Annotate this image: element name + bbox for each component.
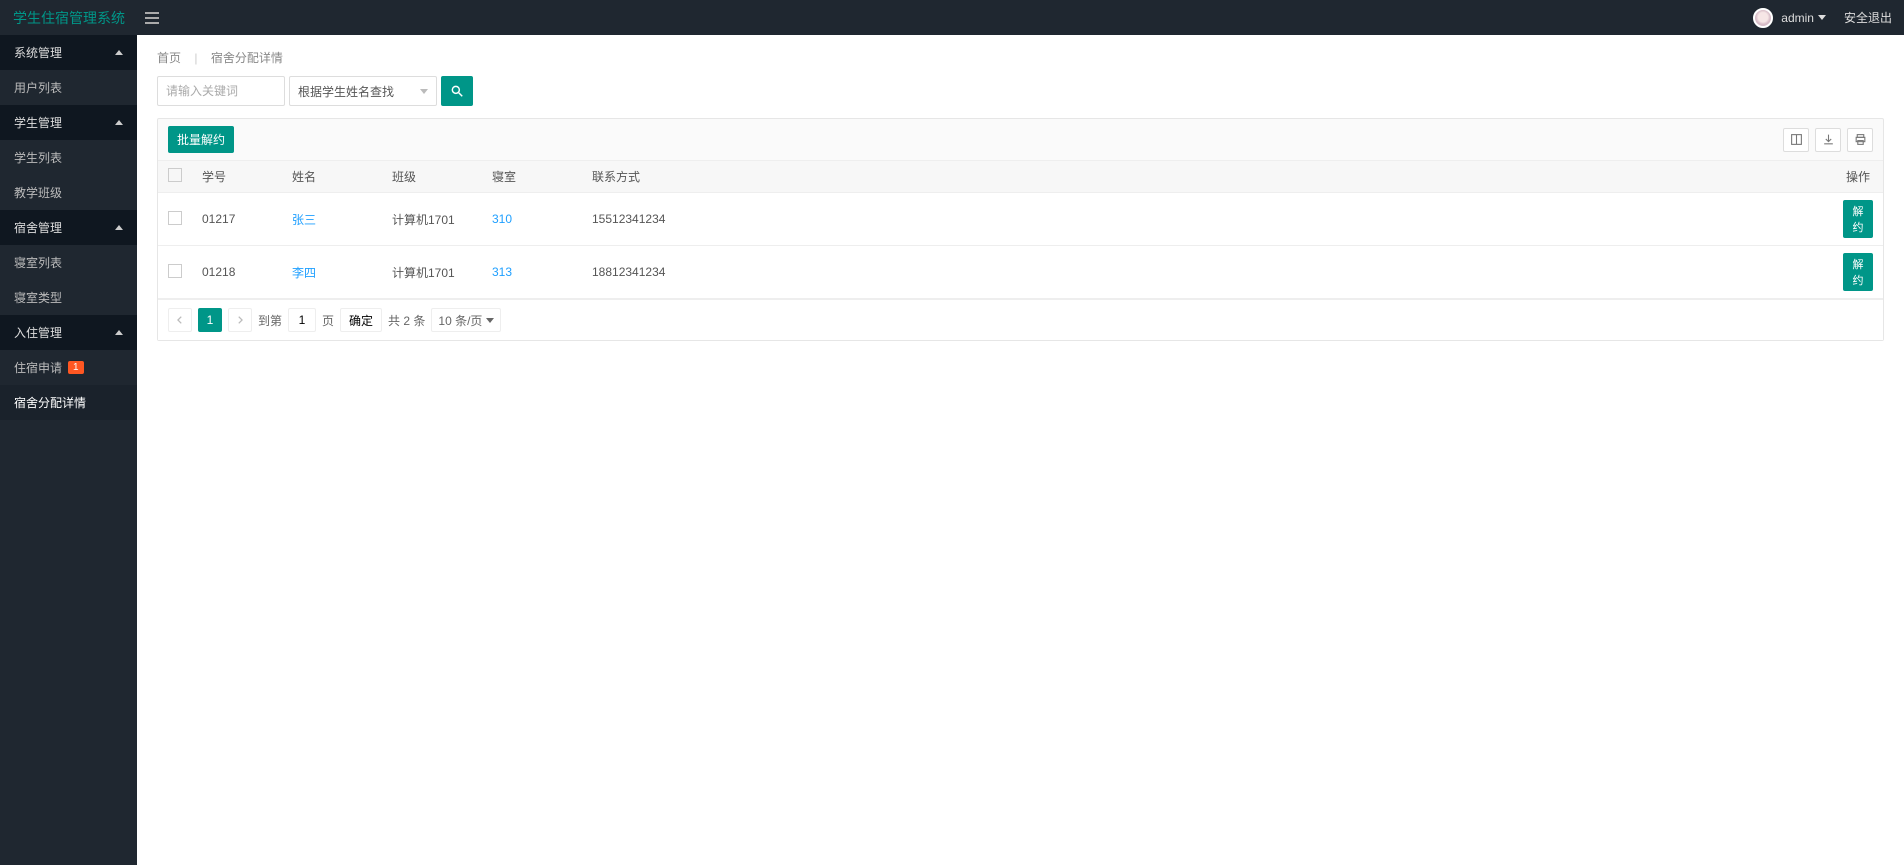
cell-sid: 01218	[192, 246, 282, 299]
cell-class: 计算机1701	[382, 193, 482, 246]
room-link[interactable]: 310	[492, 212, 512, 226]
menu-item-label: 学生列表	[14, 149, 62, 166]
hamburger-icon	[145, 12, 159, 24]
total-label: 共 2 条	[388, 312, 425, 329]
search-type-select[interactable]: 根据学生姓名查找	[289, 76, 437, 106]
logout-button[interactable]: 安全退出	[1844, 9, 1892, 26]
page-size-label: 10 条/页	[438, 312, 482, 329]
allocation-table: 学号 姓名 班级 寝室 联系方式 操作 01217张三计算机1701310155…	[158, 160, 1883, 299]
menu-item-1-0[interactable]: 学生列表	[0, 140, 137, 175]
data-panel: 批量解约 学号	[157, 118, 1884, 341]
chevron-up-icon	[115, 50, 123, 55]
table-body: 01217张三计算机170131015512341234解约01218李四计算机…	[158, 193, 1883, 299]
cell-phone: 18812341234	[582, 246, 1833, 299]
search-row: 根据学生姓名查找	[137, 76, 1904, 118]
chevron-down-icon	[420, 89, 428, 94]
batch-cancel-button[interactable]: 批量解约	[168, 126, 234, 153]
menu-item-label: 宿舍分配详情	[14, 394, 86, 411]
search-icon	[450, 84, 464, 98]
menu-group-label: 学生管理	[14, 114, 62, 131]
print-icon	[1854, 133, 1867, 146]
goto-prefix-label: 到第	[258, 312, 282, 329]
col-header-class: 班级	[382, 161, 482, 193]
pagination: 1 到第 页 确定 共 2 条 10 条/页	[158, 299, 1883, 340]
menu-item-3-1[interactable]: 宿舍分配详情	[0, 385, 137, 420]
goto-confirm-button[interactable]: 确定	[340, 308, 382, 332]
columns-icon	[1790, 133, 1803, 146]
menu-item-3-0[interactable]: 住宿申请 1	[0, 350, 137, 385]
chevron-up-icon	[115, 225, 123, 230]
student-name-link[interactable]: 李四	[292, 266, 316, 280]
menu-group-2[interactable]: 宿舍管理	[0, 210, 137, 245]
top-bar: 学生住宿管理系统 admin 安全退出	[0, 0, 1904, 35]
page-size-select[interactable]: 10 条/页	[431, 308, 501, 332]
menu-item-2-1[interactable]: 寝室类型	[0, 280, 137, 315]
menu-item-label: 寝室列表	[14, 254, 62, 271]
menu-item-badge: 1	[68, 361, 84, 374]
sidebar: 系统管理用户列表学生管理学生列表教学班级宿舍管理寝室列表寝室类型入住管理住宿申请…	[0, 35, 137, 865]
cancel-contract-button[interactable]: 解约	[1843, 200, 1873, 238]
menu-group-1[interactable]: 学生管理	[0, 105, 137, 140]
col-header-name: 姓名	[282, 161, 382, 193]
search-input[interactable]	[157, 76, 285, 106]
breadcrumb-current: 宿舍分配详情	[211, 51, 283, 65]
cancel-contract-button[interactable]: 解约	[1843, 253, 1873, 291]
chevron-up-icon	[115, 120, 123, 125]
menu-item-label: 用户列表	[14, 79, 62, 96]
menu-item-label: 教学班级	[14, 184, 62, 201]
menu-group-0[interactable]: 系统管理	[0, 35, 137, 70]
row-checkbox[interactable]	[168, 264, 182, 278]
export-button[interactable]	[1815, 128, 1841, 152]
col-header-room: 寝室	[482, 161, 582, 193]
download-icon	[1822, 133, 1835, 146]
goto-suffix-label: 页	[322, 312, 334, 329]
breadcrumb: 首页 | 宿舍分配详情	[137, 35, 1904, 76]
chevron-up-icon	[115, 330, 123, 335]
col-header-phone: 联系方式	[582, 161, 1833, 193]
table-row: 01217 张三 计算机1701 310 15512341234 解约	[158, 193, 1883, 246]
table-head: 学号 姓名 班级 寝室 联系方式 操作	[158, 161, 1883, 193]
table-row: 01218 李四 计算机1701 313 18812341234 解约	[158, 246, 1883, 299]
username-label: admin	[1781, 11, 1814, 25]
breadcrumb-separator: |	[194, 51, 197, 65]
goto-page-input[interactable]	[288, 308, 316, 332]
table-tools	[1783, 128, 1873, 152]
menu-item-1-1[interactable]: 教学班级	[0, 175, 137, 210]
prev-page-button[interactable]	[168, 308, 192, 332]
menu-group-label: 入住管理	[14, 324, 62, 341]
page-1-button[interactable]: 1	[198, 308, 222, 332]
menu-group-3[interactable]: 入住管理	[0, 315, 137, 350]
search-button[interactable]	[441, 76, 473, 106]
main-content: 首页 | 宿舍分配详情 根据学生姓名查找 批量解约	[137, 35, 1904, 865]
brand-title: 学生住宿管理系统	[0, 0, 137, 35]
menu-group-label: 系统管理	[14, 44, 62, 61]
menu-item-label: 寝室类型	[14, 289, 62, 306]
avatar-icon	[1753, 8, 1773, 28]
user-menu-button[interactable]: admin	[1753, 8, 1826, 28]
menu-group-label: 宿舍管理	[14, 219, 62, 236]
room-link[interactable]: 313	[492, 265, 512, 279]
menu-item-0-0[interactable]: 用户列表	[0, 70, 137, 105]
chevron-down-icon	[486, 318, 494, 323]
menu-toggle-button[interactable]	[137, 0, 167, 35]
next-page-button[interactable]	[228, 308, 252, 332]
chevron-down-icon	[1818, 15, 1826, 20]
col-header-sid: 学号	[192, 161, 282, 193]
col-header-op: 操作	[1833, 161, 1883, 193]
cell-class: 计算机1701	[382, 246, 482, 299]
cell-sid: 01217	[192, 193, 282, 246]
panel-header: 批量解约	[158, 119, 1883, 160]
menu-item-label: 住宿申请	[14, 359, 62, 376]
select-all-checkbox[interactable]	[168, 168, 182, 182]
chevron-left-icon	[175, 315, 185, 325]
chevron-right-icon	[235, 315, 245, 325]
student-name-link[interactable]: 张三	[292, 213, 316, 227]
breadcrumb-home[interactable]: 首页	[157, 51, 181, 65]
print-button[interactable]	[1847, 128, 1873, 152]
row-checkbox[interactable]	[168, 211, 182, 225]
cell-phone: 15512341234	[582, 193, 1833, 246]
menu-item-2-0[interactable]: 寝室列表	[0, 245, 137, 280]
search-type-label: 根据学生姓名查找	[298, 83, 394, 100]
columns-button[interactable]	[1783, 128, 1809, 152]
